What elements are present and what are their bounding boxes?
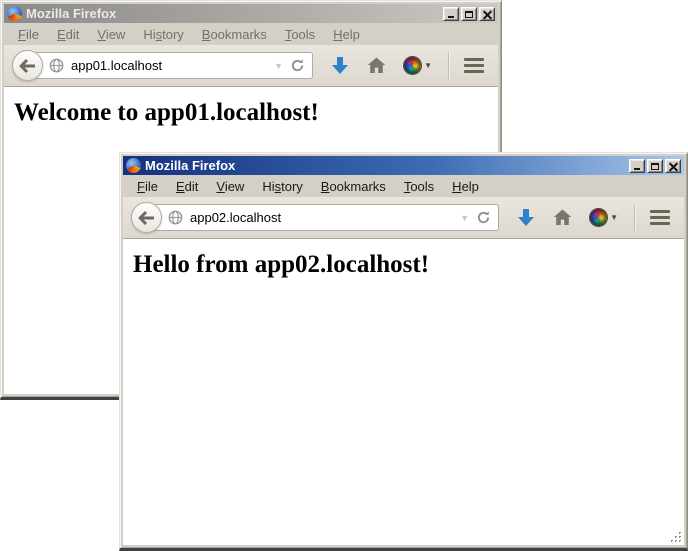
resize-grip[interactable] [669, 530, 682, 543]
page-heading: Welcome to app01.localhost! [14, 99, 498, 127]
menu-bookmarks[interactable]: Bookmarks [312, 177, 395, 196]
color-wheel-icon [590, 209, 607, 226]
page-content: Hello from app02.localhost! [123, 239, 684, 545]
navigation-toolbar: app02.localhost ▼ ▼ [123, 197, 684, 239]
menu-help[interactable]: Help [324, 25, 369, 44]
titlebar[interactable]: Mozilla Firefox [123, 156, 684, 175]
downloads-button[interactable] [517, 208, 535, 227]
maximize-icon [651, 163, 659, 170]
addon-caret-icon: ▼ [424, 61, 432, 70]
firefox-icon [7, 6, 22, 21]
window-controls [629, 159, 681, 173]
maximize-icon [465, 11, 473, 18]
close-button[interactable] [479, 7, 495, 21]
desktop: Mozilla Firefox File Edit View History B… [0, 0, 688, 551]
menu-file[interactable]: File [9, 25, 48, 44]
home-button[interactable] [553, 209, 572, 226]
maximize-button[interactable] [461, 7, 477, 21]
menu-help[interactable]: Help [443, 177, 488, 196]
home-button[interactable] [367, 57, 386, 74]
menu-bar: File Edit View History Bookmarks Tools H… [4, 23, 498, 45]
hamburger-icon [464, 58, 484, 61]
menu-edit[interactable]: Edit [167, 177, 207, 196]
back-button[interactable] [12, 50, 43, 81]
firefox-icon [126, 158, 141, 173]
back-arrow-icon [138, 211, 155, 225]
color-wheel-icon [404, 57, 421, 74]
toolbar-separator [448, 52, 449, 79]
home-icon [553, 209, 572, 226]
back-arrow-icon [19, 59, 36, 73]
menu-tools[interactable]: Tools [395, 177, 443, 196]
browser-window-app02: Mozilla Firefox File Edit View History B… [119, 152, 688, 551]
menu-panel-button[interactable] [650, 210, 670, 225]
minimize-icon [448, 16, 454, 18]
titlebar[interactable]: Mozilla Firefox [4, 4, 498, 23]
reload-icon[interactable] [290, 58, 305, 73]
globe-icon [49, 58, 64, 73]
minimize-icon [634, 168, 640, 170]
addon-button[interactable]: ▼ [404, 57, 432, 74]
url-bar[interactable]: app01.localhost ▼ [34, 52, 313, 79]
download-arrow-icon [517, 208, 535, 227]
menu-bookmarks[interactable]: Bookmarks [193, 25, 276, 44]
menu-view[interactable]: View [207, 177, 253, 196]
addon-caret-icon: ▼ [610, 213, 618, 222]
menu-history[interactable]: History [253, 177, 311, 196]
close-icon [669, 162, 678, 171]
url-input[interactable]: app01.localhost [71, 58, 267, 73]
window-title: Mozilla Firefox [145, 158, 235, 173]
menu-view[interactable]: View [88, 25, 134, 44]
downloads-button[interactable] [331, 56, 349, 75]
close-icon [483, 10, 492, 19]
addon-button[interactable]: ▼ [590, 209, 618, 226]
window-title: Mozilla Firefox [26, 6, 116, 21]
menu-panel-button[interactable] [464, 58, 484, 73]
url-dropdown-icon[interactable]: ▼ [274, 61, 283, 71]
back-button[interactable] [131, 202, 162, 233]
menu-edit[interactable]: Edit [48, 25, 88, 44]
maximize-button[interactable] [647, 159, 663, 173]
page-heading: Hello from app02.localhost! [133, 251, 684, 279]
download-arrow-icon [331, 56, 349, 75]
minimize-button[interactable] [443, 7, 459, 21]
menu-file[interactable]: File [128, 177, 167, 196]
menu-bar: File Edit View History Bookmarks Tools H… [123, 175, 684, 197]
navigation-toolbar: app01.localhost ▼ ▼ [4, 45, 498, 87]
globe-icon [168, 210, 183, 225]
url-dropdown-icon[interactable]: ▼ [460, 213, 469, 223]
menu-history[interactable]: History [134, 25, 192, 44]
menu-tools[interactable]: Tools [276, 25, 324, 44]
url-bar[interactable]: app02.localhost ▼ [153, 204, 499, 231]
window-controls [443, 7, 495, 21]
home-icon [367, 57, 386, 74]
hamburger-icon [650, 210, 670, 213]
toolbar-separator [634, 204, 635, 231]
minimize-button[interactable] [629, 159, 645, 173]
reload-icon[interactable] [476, 210, 491, 225]
url-input[interactable]: app02.localhost [190, 210, 453, 225]
close-button[interactable] [665, 159, 681, 173]
